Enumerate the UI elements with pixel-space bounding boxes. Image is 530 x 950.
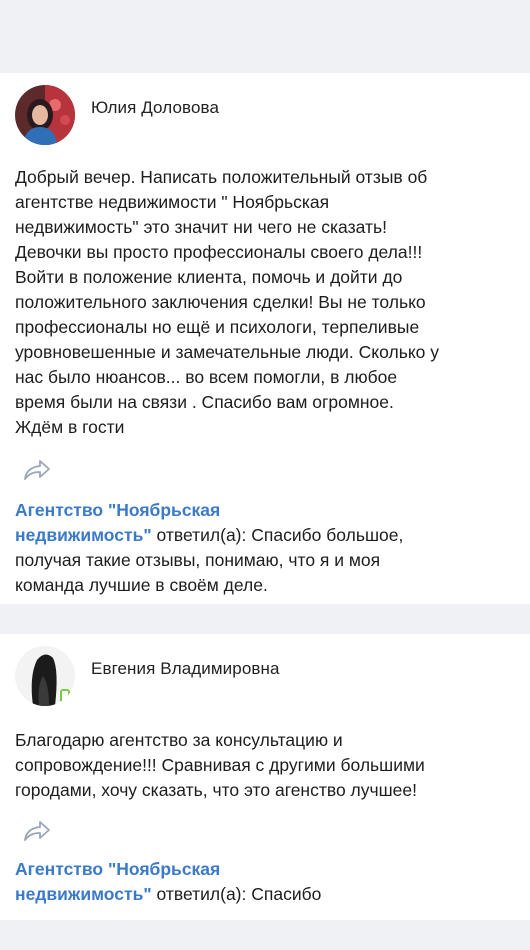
reply: Агентство "Ноябрьская недвижимость" ответ… [15, 498, 516, 598]
avatar[interactable] [15, 85, 75, 145]
review-header: Юлия Доловова [15, 85, 516, 145]
review-header: Евгения Владимировна [15, 646, 516, 706]
reply-verb: ответил(а): [156, 884, 247, 904]
review-card: Юлия Доловова Добрый вечер. Написать пол… [0, 73, 530, 604]
review-card: Евгения Владимировна Благодарю агентство… [0, 634, 530, 920]
reply-text: Спасибо [251, 884, 322, 904]
reply: Агентство "Ноябрьская недвижимость" ответ… [15, 857, 516, 907]
author-name[interactable]: Евгения Владимировна [91, 659, 280, 679]
reply-verb: ответил(а): [156, 525, 247, 545]
review-text: Благодарю агентство за консультацию и со… [15, 730, 425, 800]
share-icon[interactable] [23, 458, 51, 482]
share-icon[interactable] [23, 819, 51, 843]
author-name[interactable]: Юлия Доловова [91, 98, 219, 118]
review-text: Добрый вечер. Написать положительный отз… [15, 167, 440, 437]
avatar[interactable] [15, 646, 75, 706]
